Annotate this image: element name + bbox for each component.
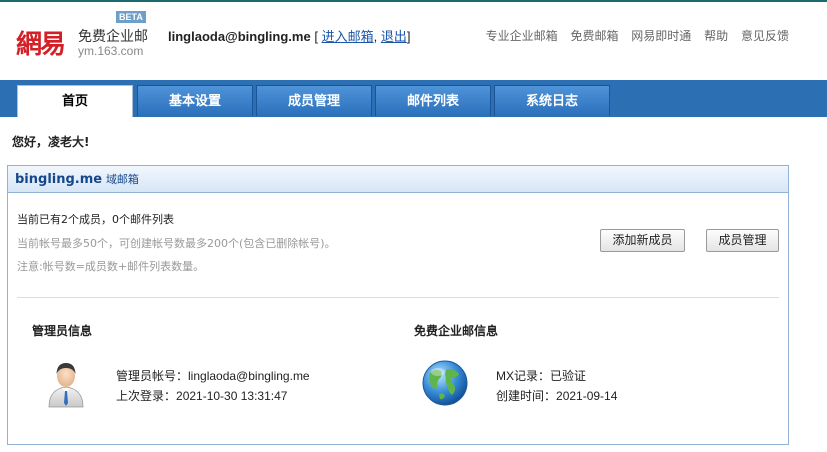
tab-mail-lists[interactable]: 邮件列表 — [375, 85, 491, 116]
admin-account-label: 管理员帐号： — [116, 369, 189, 383]
logo-title: 免费企业邮 — [78, 29, 148, 45]
bracket-close: ] — [406, 29, 411, 44]
greeting: 您好，凌老大! — [12, 135, 90, 149]
account-limit-text: 当前帐号最多50个，可创建帐号数最多200个(包含已删除帐号)。 — [17, 237, 336, 250]
globe-icon — [421, 359, 469, 407]
member-management-button[interactable]: 成员管理 — [706, 229, 779, 252]
top-nav: 专业企业邮箱 免费邮箱 网易即时通 帮助 意见反馈 — [477, 27, 789, 44]
account-email: linglaoda@bingling.me — [168, 29, 311, 44]
created-row: 创建时间：2021-09-14 — [496, 387, 617, 404]
mx-label: MX记录： — [496, 369, 551, 383]
panel-header: bingling.me 域邮箱 — [8, 166, 788, 193]
created-value: 2021-09-14 — [556, 389, 618, 403]
tab-home[interactable]: 首页 — [17, 85, 133, 117]
bracket-open: [ — [314, 29, 318, 44]
member-count-text: 当前已有2个成员，0个邮件列表 — [17, 213, 174, 226]
divider — [17, 297, 779, 298]
topnav-free-mail[interactable]: 免费邮箱 — [570, 29, 618, 43]
topnav-popo[interactable]: 网易即时通 — [631, 29, 691, 43]
last-login-row: 上次登录：2021-10-30 13:31:47 — [116, 387, 287, 404]
logo-url: ym.163.com — [78, 44, 144, 58]
enter-mailbox-link[interactable]: 进入邮箱 — [322, 29, 374, 44]
admin-avatar-icon — [46, 357, 86, 409]
free-mail-info-title: 免费企业邮信息 — [414, 324, 499, 338]
last-login-label: 上次登录： — [116, 389, 177, 403]
admin-info-title: 管理员信息 — [32, 324, 93, 338]
topnav-feedback[interactable]: 意见反馈 — [741, 29, 789, 43]
tab-basic-settings[interactable]: 基本设置 — [137, 85, 253, 116]
tab-member-management[interactable]: 成员管理 — [256, 85, 372, 116]
logout-link[interactable]: 退出 — [381, 29, 407, 44]
link-separator: , — [373, 29, 378, 44]
domain-type: 域邮箱 — [105, 173, 139, 186]
domain-panel: bingling.me 域邮箱 当前已有2个成员，0个邮件列表 当前帐号最多50… — [7, 165, 789, 445]
topnav-help[interactable]: 帮助 — [704, 29, 728, 43]
add-member-button[interactable]: 添加新成员 — [600, 229, 685, 252]
created-label: 创建时间： — [496, 389, 557, 403]
domain-name: bingling.me — [15, 172, 103, 187]
account-note-text: 注意:帐号数=成员数+邮件列表数量。 — [17, 260, 205, 273]
netease-logo[interactable]: 網易 免费企业邮 BETA ym.163.com — [16, 11, 156, 62]
main-nav: 首页 基本设置 成员管理 邮件列表 系统日志 — [0, 80, 827, 117]
logo-mark: 網易 — [16, 30, 66, 60]
tab-system-log[interactable]: 系统日志 — [494, 85, 610, 116]
topnav-pro-mail[interactable]: 专业企业邮箱 — [486, 29, 558, 43]
last-login-value: 2021-10-30 13:31:47 — [176, 389, 288, 403]
mx-value: 已验证 — [550, 369, 587, 383]
admin-account-value: linglaoda@bingling.me — [188, 369, 310, 383]
account-info: linglaoda@bingling.me [ 进入邮箱, 退出] — [168, 26, 410, 45]
header: 網易 免费企业邮 BETA ym.163.com linglaoda@bingl… — [0, 2, 827, 78]
admin-account-row: 管理员帐号：linglaoda@bingling.me — [116, 367, 310, 384]
beta-badge: BETA — [116, 11, 146, 23]
mx-record-row: MX记录：已验证 — [496, 367, 586, 384]
